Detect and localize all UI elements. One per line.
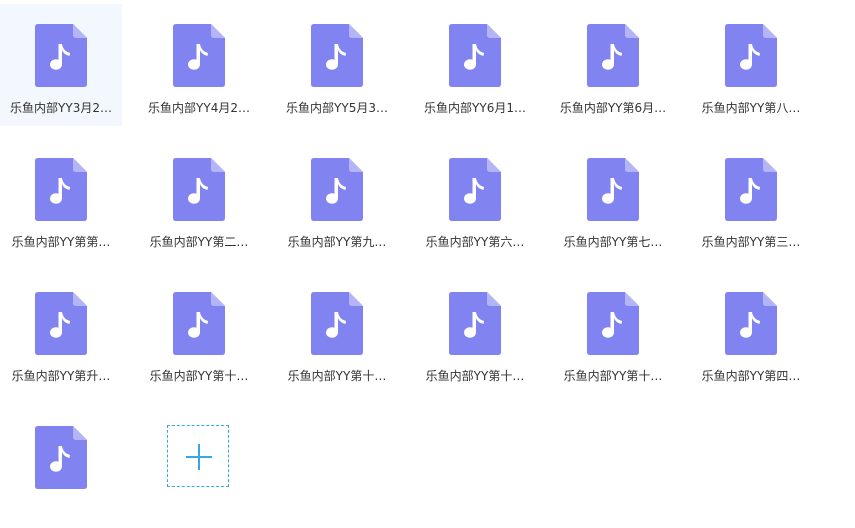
- file-item[interactable]: 乐鱼内部YY第九…: [276, 138, 398, 260]
- file-item[interactable]: 乐鱼内部YY第二…: [138, 138, 260, 260]
- music-file-icon: [725, 158, 777, 221]
- music-file-icon: [587, 158, 639, 221]
- file-name: 乐鱼内部YY第三…: [701, 235, 801, 249]
- music-file-icon: [311, 292, 363, 355]
- file-name: 乐鱼内部YY第6月…: [559, 101, 667, 115]
- music-file-icon: [449, 158, 501, 221]
- file-name: 乐鱼内部YY第十…: [563, 369, 663, 383]
- file-item[interactable]: 乐鱼内部YY第十…: [552, 272, 674, 394]
- file-item[interactable]: 乐鱼内部YY3月2…: [0, 4, 122, 126]
- file-item[interactable]: 乐鱼内部YY第十…: [414, 272, 536, 394]
- file-item[interactable]: 乐鱼内部YY第六…: [414, 138, 536, 260]
- file-item[interactable]: 乐鱼内部YY第十…: [138, 272, 260, 394]
- file-item[interactable]: 乐鱼内部YY第十…: [276, 272, 398, 394]
- file-item[interactable]: 乐鱼内部YY第6月…: [552, 4, 674, 126]
- file-name: 乐鱼内部YY第八…: [701, 101, 801, 115]
- file-item[interactable]: 乐鱼内部YY5月3…: [276, 4, 398, 126]
- file-name: 乐鱼内部YY第十…: [149, 369, 249, 383]
- music-file-icon: [35, 158, 87, 221]
- music-file-icon: [35, 426, 87, 489]
- file-item[interactable]: 乐鱼内部YY第八…: [690, 4, 812, 126]
- music-file-icon: [587, 292, 639, 355]
- file-name: 乐鱼内部YY第十…: [287, 369, 387, 383]
- file-item[interactable]: 乐鱼内部YY第七…: [552, 138, 674, 260]
- file-name: 乐鱼内部YY5月3…: [286, 101, 388, 115]
- file-item[interactable]: [0, 406, 122, 528]
- file-grid: 乐鱼内部YY3月2… 乐鱼内部YY4月2… 乐鱼内部YY5月3… 乐鱼内部YY6月1……: [0, 0, 855, 489]
- music-file-icon: [35, 24, 87, 87]
- plus-icon: [184, 442, 214, 472]
- music-file-icon: [173, 158, 225, 221]
- music-file-icon: [311, 158, 363, 221]
- music-file-icon: [725, 292, 777, 355]
- music-file-icon: [587, 24, 639, 87]
- file-name: 乐鱼内部YY3月2…: [10, 101, 112, 115]
- file-name: 乐鱼内部YY第六…: [425, 235, 525, 249]
- music-file-icon: [311, 24, 363, 87]
- file-item[interactable]: 乐鱼内部YY第四…: [690, 272, 812, 394]
- file-name: 乐鱼内部YY第升…: [11, 369, 111, 383]
- add-file-button[interactable]: [167, 425, 229, 487]
- file-item[interactable]: 乐鱼内部YY第三…: [690, 138, 812, 260]
- file-name: 乐鱼内部YY第十…: [425, 369, 525, 383]
- file-name: 乐鱼内部YY第二…: [149, 235, 249, 249]
- file-item[interactable]: 乐鱼内部YY第升…: [0, 272, 122, 394]
- file-name: 乐鱼内部YY第第…: [11, 235, 111, 249]
- file-name: 乐鱼内部YY第九…: [287, 235, 387, 249]
- music-file-icon: [725, 24, 777, 87]
- music-file-icon: [449, 292, 501, 355]
- file-name: 乐鱼内部YY6月1…: [424, 101, 526, 115]
- file-name: 乐鱼内部YY第四…: [701, 369, 801, 383]
- file-item[interactable]: 乐鱼内部YY4月2…: [138, 4, 260, 126]
- music-file-icon: [35, 292, 87, 355]
- music-file-icon: [173, 292, 225, 355]
- file-name: 乐鱼内部YY第七…: [563, 235, 663, 249]
- file-name: 乐鱼内部YY4月2…: [148, 101, 250, 115]
- music-file-icon: [449, 24, 501, 87]
- music-file-icon: [173, 24, 225, 87]
- file-item[interactable]: 乐鱼内部YY第第…: [0, 138, 122, 260]
- file-item[interactable]: 乐鱼内部YY6月1…: [414, 4, 536, 126]
